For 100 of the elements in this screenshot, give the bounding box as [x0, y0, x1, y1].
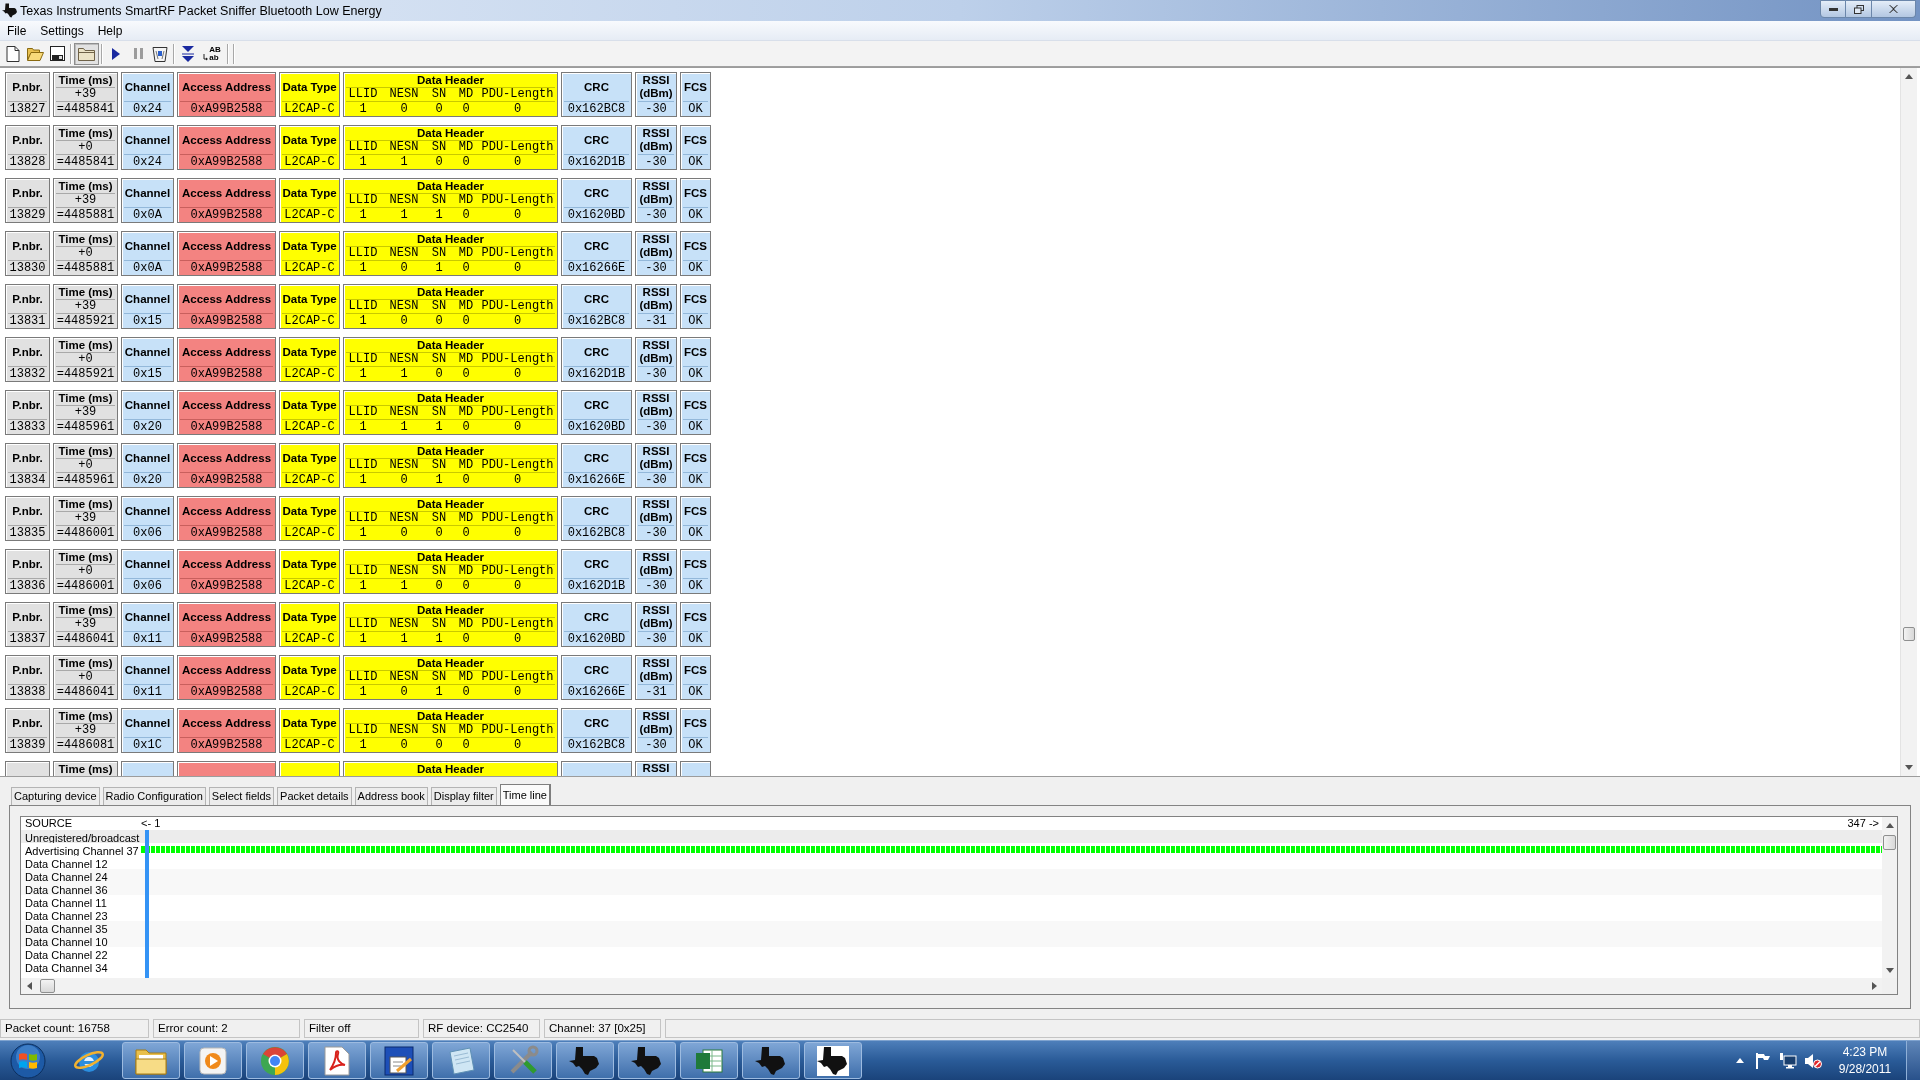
subfield-label: LLID — [348, 353, 378, 366]
field-value: 0xA99B2588 — [190, 102, 263, 116]
field-label: FCS — [684, 504, 707, 518]
unit-label: (dBm) — [639, 352, 673, 365]
field-value: 0x06 — [133, 579, 162, 593]
field-value: 0x1C — [133, 738, 162, 752]
menu-item[interactable]: File — [0, 21, 34, 40]
field-label: Data Header — [416, 126, 485, 140]
field-value: 0xA99B2588 — [190, 314, 263, 328]
subfield-value: 0 — [462, 632, 470, 646]
start-button[interactable] — [9, 1041, 47, 1080]
folder-button[interactable] — [74, 42, 99, 65]
curved-arrow-icon — [203, 54, 209, 61]
subfield-value: 0 — [513, 261, 522, 275]
taskbar-button[interactable] — [742, 1042, 800, 1079]
subfield-label: PDU-Length — [481, 724, 554, 737]
field-label: Time (ms) — [58, 338, 113, 352]
field-label: Time (ms) — [58, 232, 113, 246]
packet-field — [561, 761, 632, 776]
subfield-value: 0 — [513, 685, 522, 699]
subfield-label: LLID — [348, 459, 378, 472]
letter-case-button[interactable]: AB ab — [199, 42, 225, 65]
row-label: Data Channel 34 — [25, 961, 108, 974]
subfield-value: 1 — [359, 314, 367, 328]
logo-icon — [631, 1045, 663, 1076]
status-text: RF device: CC2540 — [423, 1019, 540, 1038]
status-text: Filter off — [304, 1019, 419, 1038]
minimize-button[interactable] — [1820, 0, 1846, 18]
field-label: CRC — [584, 557, 609, 571]
field-value: -30 — [645, 632, 667, 646]
subfield-label: MD — [458, 512, 474, 525]
row-label: Data Channel 12 — [25, 857, 108, 870]
field-value: L2CAP-C — [284, 208, 335, 222]
field-value: 0x20 — [133, 473, 162, 487]
time-offset: +39 — [74, 194, 97, 207]
restore-button[interactable] — [1846, 0, 1872, 18]
subfield-label: NESN — [389, 724, 419, 737]
field-value: -30 — [645, 261, 667, 275]
vertical-scrollbar[interactable] — [1900, 68, 1917, 776]
taskbar-button[interactable] — [618, 1042, 676, 1079]
network-icon[interactable] — [1780, 1052, 1797, 1069]
tab[interactable]: Address book — [354, 787, 428, 805]
menu-item[interactable]: Help — [90, 21, 130, 40]
vertical-scrollbar[interactable] — [1882, 817, 1897, 978]
subfield-value: 1 — [435, 208, 443, 222]
subfield-value: 0 — [462, 420, 470, 434]
menu-item[interactable]: Settings — [33, 21, 91, 40]
field-label: Data Type — [282, 133, 337, 147]
scroll-thumb[interactable] — [1903, 627, 1915, 641]
tab[interactable]: Capturing device — [11, 787, 100, 805]
scroll-thumb[interactable] — [40, 979, 55, 993]
field-label: FCS — [684, 186, 707, 200]
field-value: OK — [688, 155, 703, 169]
field-label: P.nbr. — [12, 80, 43, 94]
subfield-value: 0 — [400, 685, 408, 699]
show-desktop-button[interactable] — [1906, 1040, 1920, 1080]
subfield-label: LLID — [348, 406, 378, 419]
field-value: L2CAP-C — [284, 579, 335, 593]
field-value: L2CAP-C — [284, 314, 335, 328]
row-label: Data Channel 23 — [25, 909, 108, 922]
field-value: 13833 — [9, 420, 46, 434]
field-label: FCS — [684, 133, 707, 147]
scroll-thumb[interactable] — [1883, 835, 1896, 850]
unit-label: (dBm) — [639, 140, 673, 153]
clock-time[interactable]: 4:23 PM — [1842, 1043, 1888, 1061]
notepad-icon — [446, 1045, 476, 1076]
subfield-value: 1 — [359, 579, 367, 593]
field-value: 13838 — [9, 685, 46, 699]
field-value: 0xA99B2588 — [190, 579, 263, 593]
taskbar-button[interactable] — [804, 1042, 862, 1079]
tab[interactable]: Radio Configuration — [102, 787, 206, 805]
tab[interactable]: Packet details — [277, 787, 352, 805]
subfield-label: PDU-Length — [481, 671, 554, 684]
subfield-value: 0 — [513, 208, 522, 222]
tab[interactable]: Time line — [499, 784, 551, 805]
field-label: Time (ms) — [58, 709, 113, 723]
subfield-value: 1 — [359, 261, 367, 275]
field-value: -30 — [645, 155, 667, 169]
subfield-value: 0 — [513, 526, 522, 540]
field-value: OK — [688, 367, 703, 381]
subfield-value: 1 — [359, 526, 367, 540]
subfield-value: 0 — [400, 102, 408, 116]
taskbar-button[interactable] — [556, 1042, 614, 1079]
document-swirl-icon — [324, 1045, 350, 1076]
field-value: =4485841 — [56, 155, 115, 169]
clock-date[interactable]: 9/28/2011 — [1838, 1060, 1892, 1078]
subfield-label: LLID — [348, 565, 378, 578]
field-value: 0x11 — [133, 685, 162, 699]
speaker-muted-icon[interactable] — [1805, 1052, 1822, 1069]
subfield-value: 1 — [435, 261, 443, 275]
flag-icon[interactable] — [1756, 1052, 1771, 1069]
tab[interactable]: Display filter — [430, 787, 497, 805]
row-label: Data Channel 10 — [25, 935, 108, 948]
field-label: Data Type — [282, 663, 337, 677]
tab[interactable]: Select fields — [208, 787, 275, 805]
subfield-value: 1 — [359, 102, 367, 116]
field-label: Data Header — [416, 550, 485, 564]
taskbar-button[interactable] — [370, 1042, 428, 1079]
field-label: Data Header — [416, 73, 485, 87]
horizontal-scrollbar[interactable] — [21, 978, 1882, 994]
